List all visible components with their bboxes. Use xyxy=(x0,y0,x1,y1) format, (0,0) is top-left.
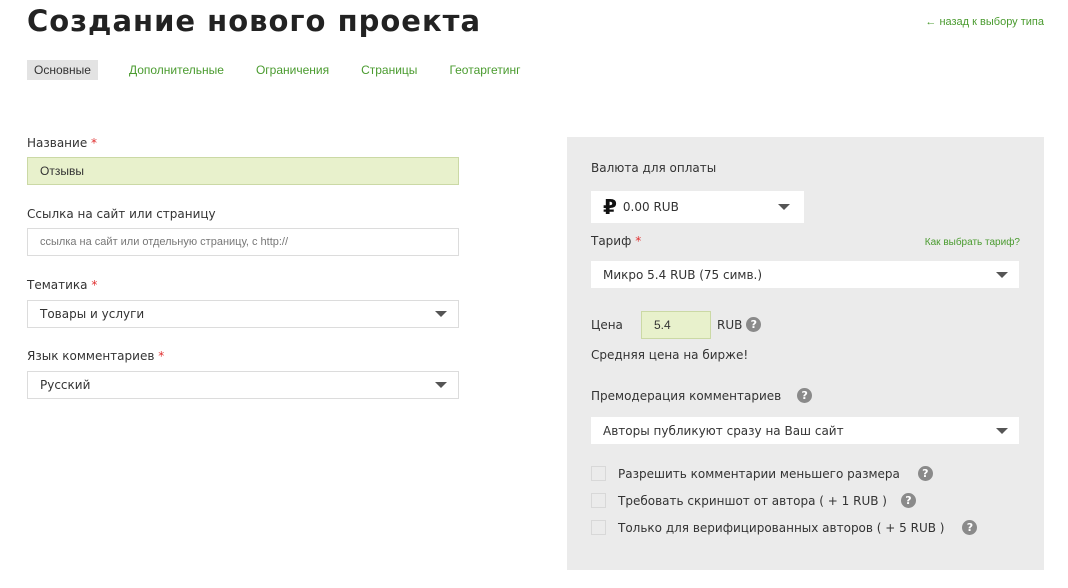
premoderation-value: Авторы публикуют сразу на Ваш сайт xyxy=(603,423,844,438)
back-to-type-link[interactable]: ← назад к выбору типа xyxy=(925,16,1044,28)
tariff-select[interactable]: Микро 5.4 RUB (75 симв.) xyxy=(591,261,1019,288)
checkbox-smaller-comments[interactable] xyxy=(591,466,606,481)
name-label: Название * xyxy=(27,136,97,150)
link-input[interactable]: ссылка на сайт или отдельную страницу, с… xyxy=(27,228,459,256)
price-unit: RUB ? xyxy=(717,317,762,332)
tab-pages[interactable]: Страницы xyxy=(354,60,424,80)
checkbox-verified[interactable] xyxy=(591,520,606,535)
how-to-choose-tariff-link[interactable]: Как выбрать тариф? xyxy=(925,237,1020,248)
premoderation-label-text: Премодерация комментариев xyxy=(591,388,782,403)
name-input[interactable]: Отзывы xyxy=(27,157,459,185)
tariff-label: Тариф * xyxy=(591,234,641,248)
price-value: 5.4 xyxy=(654,318,671,332)
name-label-text: Название xyxy=(27,136,88,150)
link-input-placeholder: ссылка на сайт или отдельную страницу, с… xyxy=(40,236,289,248)
language-label: Язык комментариев * xyxy=(27,349,164,363)
required-mark: * xyxy=(91,278,98,292)
name-input-value: Отзывы xyxy=(40,164,84,178)
tab-geotargeting[interactable]: Геотаргетинг xyxy=(442,60,527,80)
currency-value: 0.00 RUB xyxy=(622,200,679,214)
price-label: Цена xyxy=(591,318,623,332)
currency-select[interactable]: ₽ 0.00 RUB xyxy=(591,191,804,223)
chevron-down-icon[interactable] xyxy=(424,301,458,327)
chevron-down-icon[interactable] xyxy=(985,261,1019,288)
chevron-down-icon[interactable] xyxy=(985,417,1019,444)
tariff-label-text: Тариф xyxy=(591,234,632,248)
link-label: Ссылка на сайт или страницу xyxy=(27,207,216,221)
option-row-screenshot: Требовать скриншот от автора ( + 1 RUB )… xyxy=(591,493,916,508)
premoderation-select[interactable]: Авторы публикуют сразу на Ваш сайт xyxy=(591,417,1019,444)
checkbox-screenshot[interactable] xyxy=(591,493,606,508)
tab-main[interactable]: Основные xyxy=(27,60,98,80)
help-icon[interactable]: ? xyxy=(962,520,978,535)
required-mark: * xyxy=(158,349,165,363)
help-icon[interactable]: ? xyxy=(746,317,762,332)
tab-restrictions[interactable]: Ограничения xyxy=(249,60,336,80)
topic-label: Тематика * xyxy=(27,278,97,292)
ruble-icon: ₽ xyxy=(603,195,617,219)
required-mark: * xyxy=(635,234,642,248)
payment-panel: Валюта для оплаты ₽ 0.00 RUB Тариф * Как… xyxy=(567,137,1044,570)
option-label: Требовать скриншот от автора ( + 1 RUB ) xyxy=(618,493,887,508)
help-icon[interactable]: ? xyxy=(917,466,933,481)
page-title: Создание нового проекта xyxy=(27,4,482,38)
help-icon[interactable]: ? xyxy=(900,493,916,508)
price-input[interactable]: 5.4 xyxy=(641,311,711,339)
help-icon[interactable]: ? xyxy=(797,388,813,403)
option-row-verified: Только для верифицированных авторов ( + … xyxy=(591,520,978,535)
topic-select[interactable]: Товары и услуги xyxy=(27,300,459,328)
chevron-down-icon[interactable] xyxy=(424,372,458,398)
currency-label: Валюта для оплаты xyxy=(591,161,717,175)
topic-select-value: Товары и услуги xyxy=(40,307,145,321)
language-label-text: Язык комментариев xyxy=(27,349,155,363)
required-mark: * xyxy=(91,136,98,150)
option-row-smaller-comments: Разрешить комментарии меньшего размера ? xyxy=(591,466,933,481)
language-select[interactable]: Русский xyxy=(27,371,459,399)
premoderation-label: Премодерация комментариев ? xyxy=(591,388,813,403)
chevron-down-icon[interactable] xyxy=(764,191,804,223)
price-note: Средняя цена на бирже! xyxy=(591,348,749,362)
language-select-value: Русский xyxy=(40,378,91,392)
topic-label-text: Тематика xyxy=(27,278,88,292)
option-label: Разрешить комментарии меньшего размера xyxy=(618,466,900,481)
tab-bar: Основные Дополнительные Ограничения Стра… xyxy=(27,60,546,80)
tab-additional[interactable]: Дополнительные xyxy=(122,60,231,80)
option-label: Только для верифицированных авторов ( + … xyxy=(618,520,945,535)
tariff-value: Микро 5.4 RUB (75 симв.) xyxy=(603,267,763,282)
price-unit-text: RUB xyxy=(717,317,743,332)
